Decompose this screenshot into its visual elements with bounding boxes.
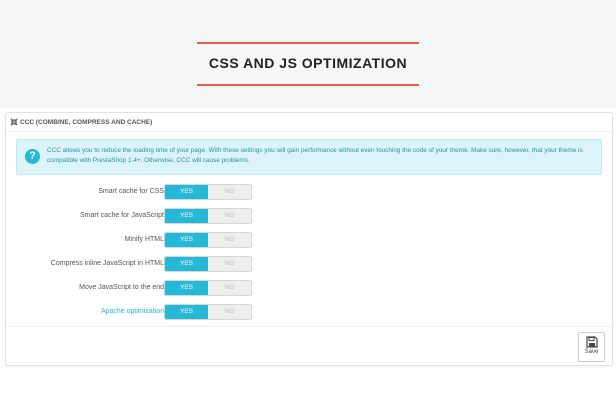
- setting-row-move-js-end: Move JavaScript to the end YES NO: [6, 280, 612, 296]
- setting-row-smart-cache-js: Smart cache for JavaScript YES NO: [6, 208, 612, 224]
- question-icon: ?: [25, 149, 40, 164]
- info-text: CCC allows you to reduce the loading tim…: [47, 147, 583, 164]
- panel-title: CCC (COMBINE, COMPRESS AND CACHE): [20, 118, 153, 126]
- info-alert: ? CCC allows you to reduce the loading t…: [16, 139, 602, 175]
- setting-row-smart-cache-css: Smart cache for CSS YES NO: [6, 184, 612, 200]
- no-option[interactable]: NO: [208, 257, 251, 271]
- no-option[interactable]: NO: [208, 209, 251, 223]
- setting-label: Smart cache for JavaScript: [79, 212, 164, 219]
- setting-label: Smart cache for CSS: [98, 188, 164, 195]
- apache-optimization-link[interactable]: Apache optimization: [101, 304, 164, 320]
- yes-option[interactable]: YES: [165, 305, 208, 319]
- save-label: Save: [584, 349, 599, 355]
- setting-row-apache-optimization: Apache optimization YES NO: [6, 304, 612, 320]
- setting-label: Move JavaScript to the end: [79, 284, 164, 291]
- panel-footer-divider: [6, 326, 612, 327]
- setting-row-minify-html: Minify HTML YES NO: [6, 232, 612, 248]
- floppy-disk-icon: [585, 336, 598, 348]
- yes-option[interactable]: YES: [165, 185, 208, 199]
- apache-optimization-toggle[interactable]: YES NO: [164, 304, 252, 320]
- compress-icon: [10, 118, 18, 126]
- page-title: CSS AND JS OPTIMIZATION: [208, 55, 408, 71]
- panel-header: CCC (COMBINE, COMPRESS AND CACHE): [6, 113, 612, 132]
- smart-cache-js-toggle[interactable]: YES NO: [164, 208, 252, 224]
- save-button[interactable]: Save: [578, 332, 605, 362]
- move-js-end-toggle[interactable]: YES NO: [164, 280, 252, 296]
- hero-banner: CSS AND JS OPTIMIZATION: [0, 0, 616, 108]
- no-option[interactable]: NO: [208, 305, 251, 319]
- smart-cache-css-toggle[interactable]: YES NO: [164, 184, 252, 200]
- setting-label: Compress inline JavaScript in HTML: [50, 260, 164, 267]
- setting-row-compress-inline-js: Compress inline JavaScript in HTML YES N…: [6, 256, 612, 272]
- yes-option[interactable]: YES: [165, 233, 208, 247]
- compress-inline-js-toggle[interactable]: YES NO: [164, 256, 252, 272]
- hero-top-rule: [197, 42, 419, 44]
- hero-bottom-rule: [197, 84, 419, 86]
- minify-html-toggle[interactable]: YES NO: [164, 232, 252, 248]
- yes-option[interactable]: YES: [165, 209, 208, 223]
- no-option[interactable]: NO: [208, 185, 251, 199]
- no-option[interactable]: NO: [208, 281, 251, 295]
- yes-option[interactable]: YES: [165, 281, 208, 295]
- yes-option[interactable]: YES: [165, 257, 208, 271]
- ccc-panel: CCC (COMBINE, COMPRESS AND CACHE) ? CCC …: [5, 112, 613, 366]
- no-option[interactable]: NO: [208, 233, 251, 247]
- setting-label: Minify HTML: [124, 236, 164, 243]
